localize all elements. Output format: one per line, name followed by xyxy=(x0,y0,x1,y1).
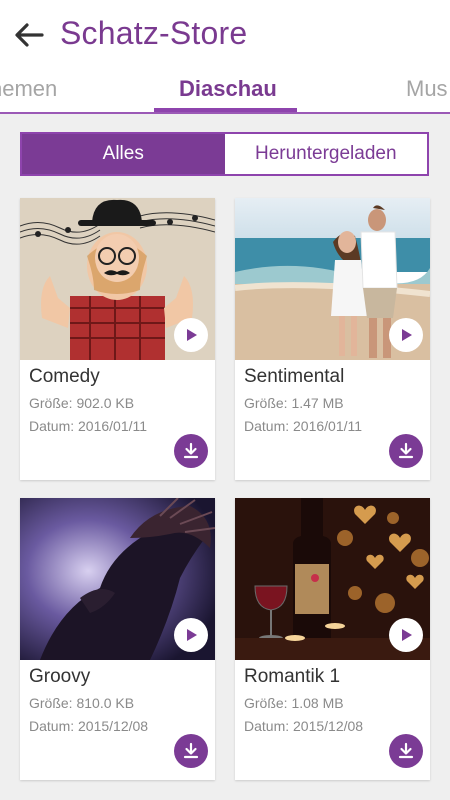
item-date: Datum: 2015/12/08 xyxy=(244,718,364,734)
item-size: Größe: 902.0 KB xyxy=(29,395,135,411)
tab-themen[interactable]: hemen xyxy=(0,76,57,102)
item-date: Datum: 2016/01/11 xyxy=(29,418,148,434)
item-date: Datum: 2015/12/08 xyxy=(29,718,149,734)
item-name: Groovy xyxy=(29,666,91,687)
filter-segmented-control: Alles Heruntergeladen xyxy=(20,132,429,176)
play-preview-button[interactable] xyxy=(174,318,208,352)
item-name: Comedy xyxy=(29,366,100,387)
download-icon xyxy=(398,442,414,459)
thumbnail-image[interactable] xyxy=(20,198,215,360)
play-preview-button[interactable] xyxy=(389,318,423,352)
play-icon xyxy=(402,329,412,341)
filter-all-button[interactable]: Alles xyxy=(22,134,225,174)
item-date: Datum: 2016/01/11 xyxy=(244,418,363,434)
download-icon xyxy=(183,742,199,759)
play-icon xyxy=(402,629,412,641)
slideshow-card[interactable]: Comedy Größe: 902.0 KB Datum: 2016/01/11 xyxy=(20,198,215,480)
download-button[interactable] xyxy=(389,734,423,768)
play-preview-button[interactable] xyxy=(389,618,423,652)
thumbnail-image[interactable] xyxy=(235,498,430,660)
play-preview-button[interactable] xyxy=(174,618,208,652)
thumbnail-image[interactable] xyxy=(20,498,215,660)
download-icon xyxy=(398,742,414,759)
app-header: Schatz-Store xyxy=(0,0,450,72)
download-icon xyxy=(183,442,199,459)
item-size: Größe: 810.0 KB xyxy=(29,695,135,711)
filter-downloaded-button[interactable]: Heruntergeladen xyxy=(224,134,427,174)
tab-active-indicator xyxy=(154,108,297,112)
download-button[interactable] xyxy=(174,734,208,768)
item-size: Größe: 1.47 MB xyxy=(244,395,344,411)
item-size: Größe: 1.08 MB xyxy=(244,695,344,711)
slideshow-card[interactable]: Sentimental Größe: 1.47 MB Datum: 2016/0… xyxy=(235,198,430,480)
thumbnail-image[interactable] xyxy=(235,198,430,360)
play-icon xyxy=(187,629,197,641)
slideshow-card[interactable]: Romantik 1 Größe: 1.08 MB Datum: 2015/12… xyxy=(235,498,430,780)
item-name: Romantik 1 xyxy=(244,666,341,687)
category-tabs: hemen Diaschau Mus xyxy=(0,72,450,114)
download-button[interactable] xyxy=(389,434,423,468)
play-icon xyxy=(187,329,197,341)
page-title: Schatz-Store xyxy=(60,15,248,51)
item-name: Sentimental xyxy=(244,366,345,387)
tab-musik[interactable]: Mus xyxy=(406,76,448,102)
download-button[interactable] xyxy=(174,434,208,468)
slideshow-card[interactable]: Groovy Größe: 810.0 KB Datum: 2015/12/08 xyxy=(20,498,215,780)
tab-diaschau[interactable]: Diaschau xyxy=(179,76,277,102)
back-arrow-icon[interactable] xyxy=(12,18,46,52)
